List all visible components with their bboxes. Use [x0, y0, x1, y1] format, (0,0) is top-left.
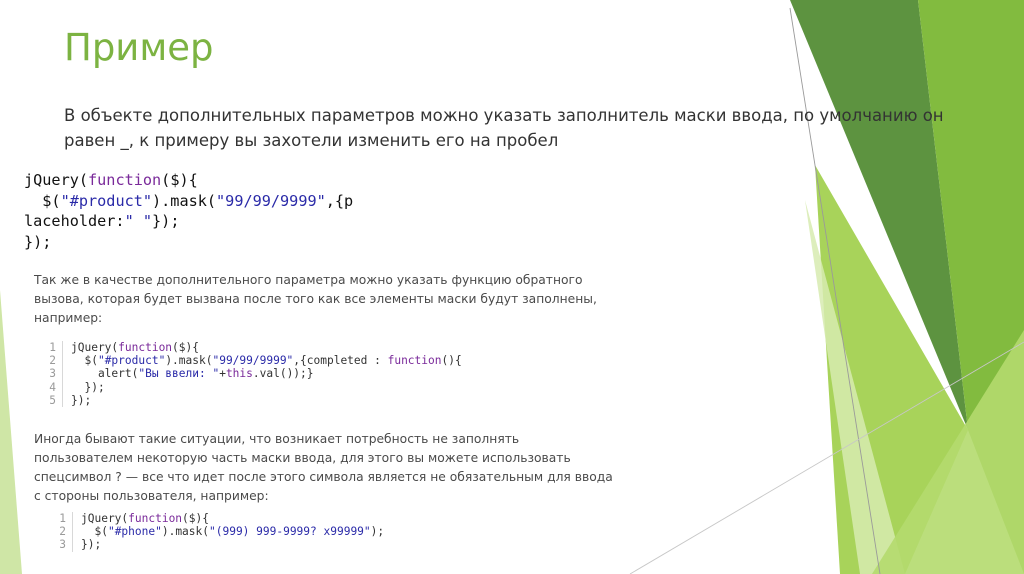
code-content: }); — [71, 380, 105, 394]
line-number: 5 — [49, 393, 56, 407]
code-line: laceholder:" "}); — [24, 211, 353, 232]
optional-symbol-paragraph: Иногда бывают такие ситуации, что возник… — [34, 432, 613, 503]
gutter-divider — [72, 538, 73, 552]
line-number: 2 — [59, 525, 66, 539]
code-text: ); — [370, 525, 385, 539]
code-text: ,{completed : — [293, 354, 388, 368]
code-line: }); — [24, 232, 353, 253]
code-content: }); — [81, 538, 101, 551]
code-text: ,{p — [325, 191, 354, 210]
code-row: 3 alert("Вы ввели: "+this.val());} — [34, 367, 462, 381]
line-number: 1 — [59, 512, 66, 525]
slide-title: Пример — [64, 26, 214, 69]
code-row: 2 $("#product").mask("99/99/9999",{compl… — [34, 354, 462, 368]
code-line: jQuery(function($){ — [24, 170, 353, 191]
line-number: 3 — [59, 538, 66, 552]
code-row: 1 jQuery(function($){ — [34, 341, 462, 355]
code-content: }); — [71, 394, 91, 407]
gutter-divider — [62, 380, 63, 394]
code-text: jQuery( — [24, 171, 89, 189]
gutter-divider — [62, 367, 63, 381]
callback-paragraph: Так же в качестве дополнительного параме… — [34, 273, 597, 325]
code-text: jQuery( — [81, 512, 129, 525]
line-number: 3 — [49, 367, 56, 381]
code-string: "#product" — [60, 191, 153, 210]
code-text: }); — [81, 538, 102, 552]
code-content: jQuery(function($){ — [81, 512, 209, 525]
code-text: alert( — [71, 367, 139, 381]
code-text: $( — [71, 354, 98, 368]
code-string: "Вы ввели: " — [138, 367, 220, 381]
code-snippet-phone: 1 jQuery(function($){2 $("#phone").mask("… — [44, 512, 384, 552]
code-text: }); — [152, 212, 180, 230]
code-keyword: function — [387, 354, 442, 368]
gutter-divider — [62, 393, 63, 407]
gutter-divider — [62, 354, 63, 368]
gutter-divider — [62, 341, 63, 355]
code-snippet-callback: 1 jQuery(function($){2 $("#product").mask… — [34, 341, 462, 407]
code-text: jQuery( — [71, 341, 119, 354]
code-text: }); — [71, 393, 92, 407]
code-text: }); — [24, 232, 52, 251]
line-number: 4 — [49, 380, 56, 394]
gutter-divider — [72, 512, 73, 526]
code-content: alert("Вы ввели: "+this.val());} — [71, 367, 314, 380]
code-keyword: this — [225, 367, 253, 381]
code-text: ).mask( — [161, 525, 209, 539]
code-text: $( — [81, 525, 108, 539]
code-keyword: function — [118, 341, 173, 354]
gutter-divider — [72, 525, 73, 539]
code-text: .val());} — [252, 367, 314, 381]
lead-paragraph: В объекте дополнительных параметров можн… — [64, 106, 944, 150]
code-string: " " — [124, 212, 153, 230]
code-line: $("#product").mask("99/99/9999",{p — [24, 191, 353, 212]
code-content: $("#phone").mask("(999) 999-9999? x99999… — [81, 525, 384, 538]
left-pale-wedge — [0, 290, 22, 574]
code-content: jQuery(function($){ — [71, 341, 199, 354]
code-text: ($){ — [161, 171, 198, 189]
code-text: ).mask( — [165, 354, 213, 368]
code-string: "99/99/9999" — [212, 354, 294, 368]
code-text: ($){ — [182, 512, 209, 525]
code-keyword: function — [128, 512, 183, 525]
code-text: (){ — [441, 354, 462, 368]
line-number: 1 — [49, 341, 56, 354]
code-row: 2 $("#phone").mask("(999) 999-9999? x999… — [44, 525, 384, 539]
code-content: $("#product").mask("99/99/9999",{complet… — [71, 354, 462, 368]
code-row: 4 }); — [34, 380, 462, 394]
code-text: ).mask( — [152, 191, 217, 210]
code-text: + — [219, 367, 226, 381]
code-row: 3}); — [44, 538, 384, 552]
code-text: }); — [71, 380, 105, 394]
code-string: "99/99/9999" — [216, 191, 326, 210]
code-text: $( — [24, 191, 61, 210]
code-keyword: function — [88, 171, 162, 189]
code-string: "#product" — [97, 354, 166, 368]
code-row: 1 jQuery(function($){ — [44, 512, 384, 526]
main-code-block: jQuery(function($){ $("#product").mask("… — [24, 170, 353, 252]
code-row: 5}); — [34, 393, 462, 407]
code-string: "(999) 999-9999? x99999" — [209, 525, 371, 539]
code-text: laceholder: — [24, 212, 125, 230]
code-text: ($){ — [172, 341, 199, 354]
line-number: 2 — [49, 354, 56, 368]
code-string: "#phone" — [107, 525, 162, 539]
